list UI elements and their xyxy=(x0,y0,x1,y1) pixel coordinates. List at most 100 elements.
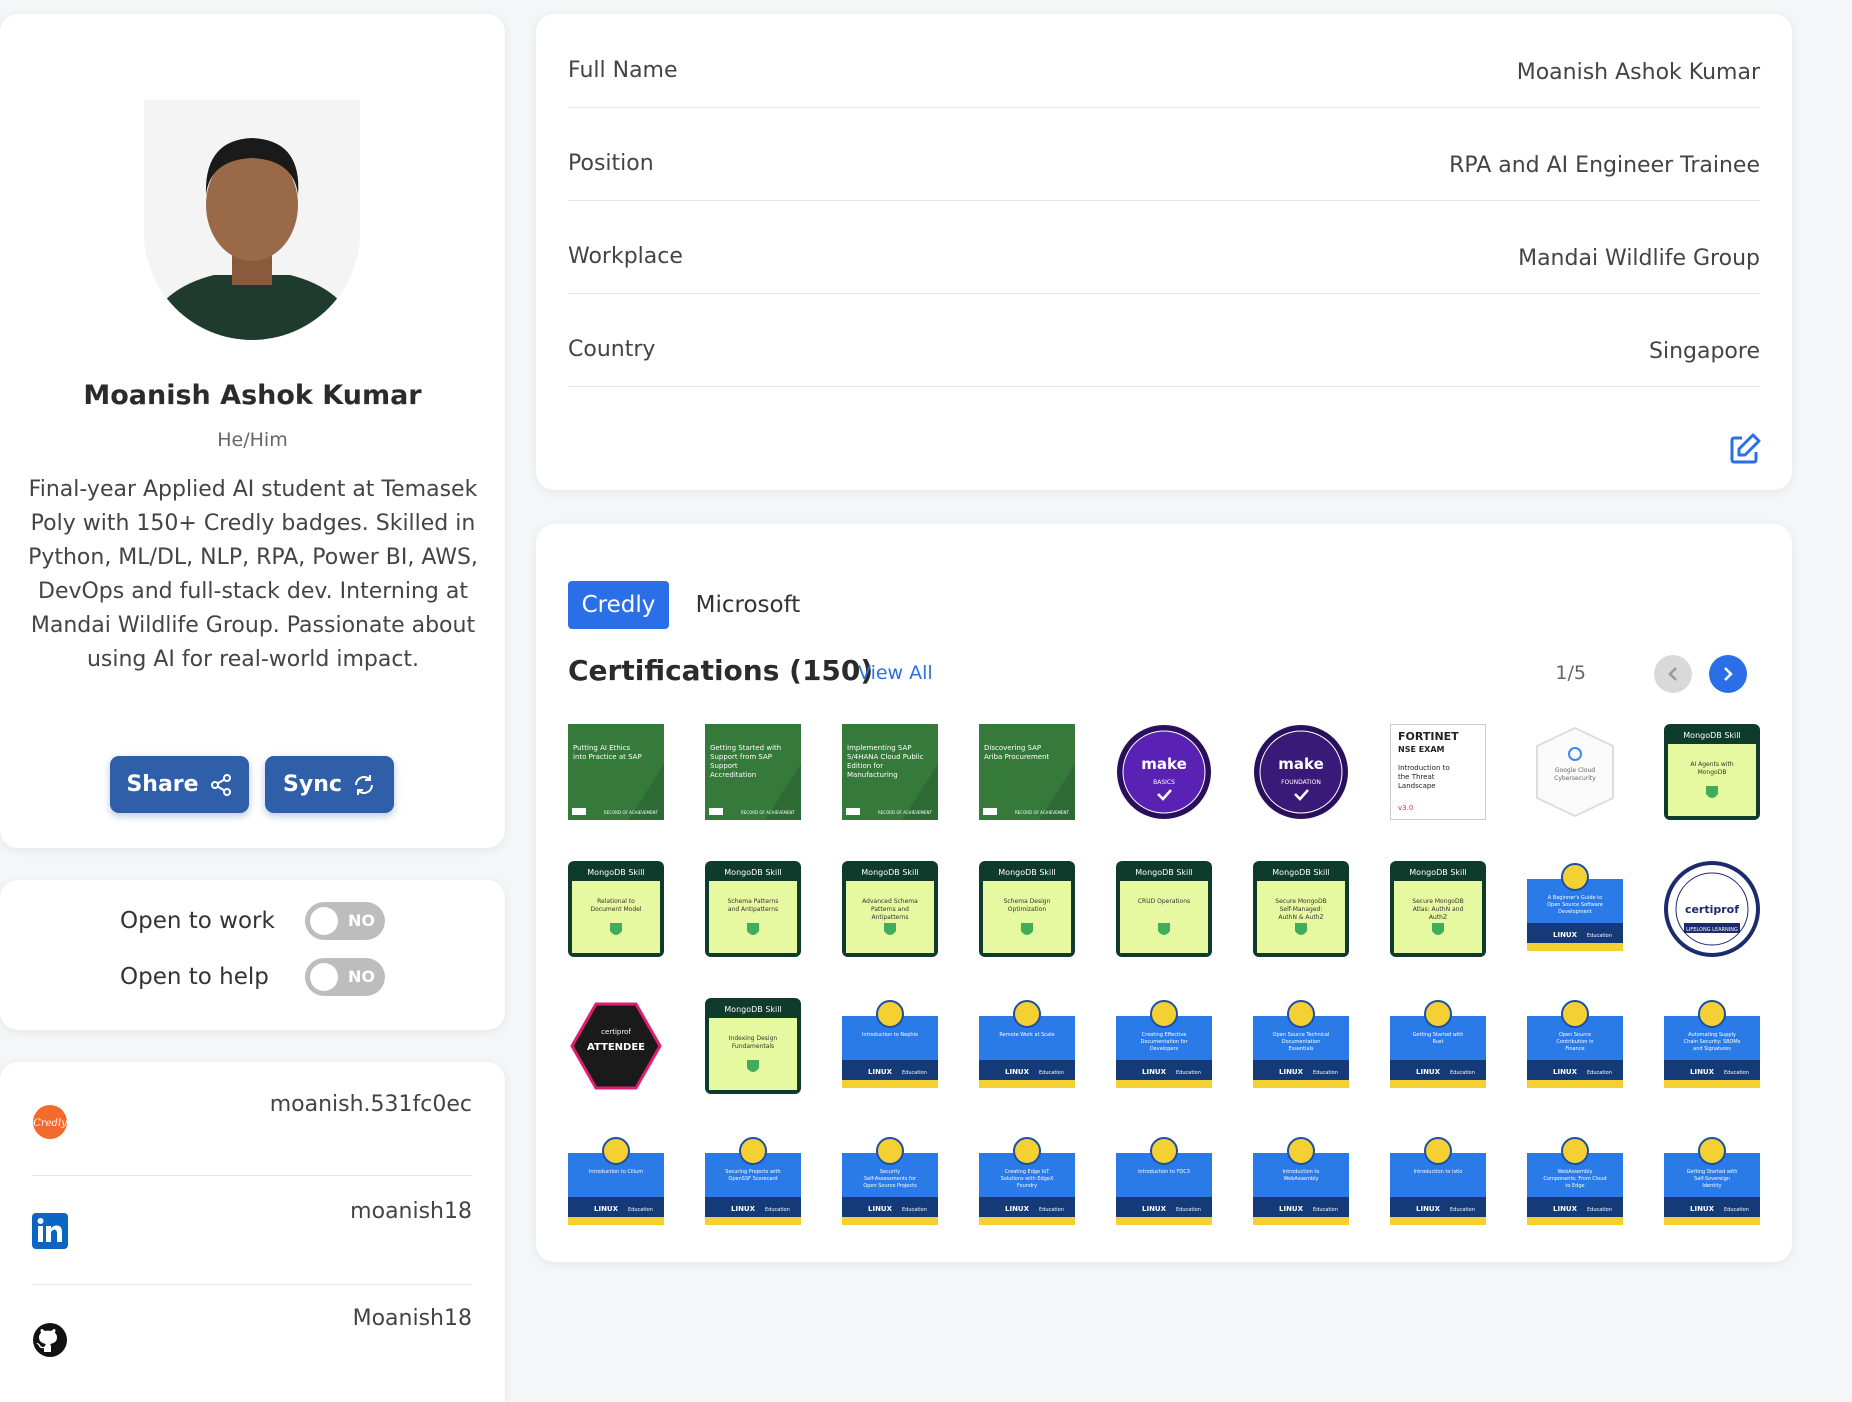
svg-text:MongoDB Skill: MongoDB Skill xyxy=(998,868,1055,877)
badge-certiprof[interactable]: certiprof LIFELONG LEARNING xyxy=(1664,861,1760,957)
open-to-help-label: Open to help xyxy=(120,964,269,990)
svg-text:MongoDB Skill: MongoDB Skill xyxy=(1409,868,1466,877)
badge-image: make BASICS xyxy=(1117,725,1211,819)
badge-linux[interactable]: Introduction to FDC3 LINUX Education xyxy=(1116,1135,1212,1231)
social-row-linkedin[interactable]: moanish18 xyxy=(32,1175,472,1283)
svg-text:Introduction to: Introduction to xyxy=(1283,1169,1320,1175)
tab-credly[interactable]: Credly xyxy=(568,581,669,629)
badge-image: MongoDB Skill AI Agents withMongoDB xyxy=(1664,724,1760,820)
info-row-position: Position RPA and AI Engineer Trainee xyxy=(568,107,1760,201)
svg-text:LINUX: LINUX xyxy=(1005,1205,1030,1213)
svg-text:BASICS: BASICS xyxy=(1153,779,1175,786)
open-to-work-toggle[interactable]: NO xyxy=(305,902,385,940)
share-button[interactable]: Share xyxy=(110,756,249,813)
badge-make[interactable]: make FOUNDATION xyxy=(1253,724,1349,820)
view-all-link[interactable]: View All xyxy=(858,662,933,684)
badge-image: Remote Work at Scale LINUX Education xyxy=(979,1000,1075,1088)
badge-mongodb[interactable]: MongoDB Skill Advanced Schema Patterns an… xyxy=(842,861,938,957)
svg-text:ATTENDEE: ATTENDEE xyxy=(587,1042,645,1053)
socials-card: Credly moanish.531fc0ec moanish18 Moanis… xyxy=(0,1062,505,1402)
badge-mongodb[interactable]: MongoDB Skill Relational to Document Mode… xyxy=(568,861,664,957)
badge-google[interactable]: Google Cloud Cybersecurity xyxy=(1527,724,1623,820)
badge-mongodb[interactable]: MongoDB Skill AI Agents with MongoDB xyxy=(1664,724,1760,820)
badge-linux[interactable]: Creating Edge IoT Solutions with EdgeX Fou… xyxy=(979,1135,1075,1231)
svg-text:Support: Support xyxy=(710,762,738,770)
svg-text:Creating Effective: Creating Effective xyxy=(1142,1032,1187,1038)
svg-text:LIFELONG LEARNING: LIFELONG LEARNING xyxy=(1686,927,1738,933)
badge-linux[interactable]: A Beginner's Guide to Open Source Softwar… xyxy=(1527,861,1623,957)
share-label: Share xyxy=(126,772,199,797)
badge-mongodb[interactable]: MongoDB Skill CRUD Operations xyxy=(1116,861,1212,957)
svg-text:Landscape: Landscape xyxy=(1398,782,1436,790)
svg-text:Documentation: Documentation xyxy=(1282,1039,1321,1045)
svg-text:Contribution in: Contribution in xyxy=(1556,1039,1593,1045)
badge-linux[interactable]: Introduction to Cilium LINUX Education xyxy=(568,1135,664,1231)
svg-text:LINUX: LINUX xyxy=(1142,1068,1167,1076)
badge-linux[interactable]: Getting Started with Rust LINUX Education xyxy=(1390,998,1486,1094)
tab-microsoft[interactable]: Microsoft xyxy=(688,581,808,629)
svg-text:LINUX: LINUX xyxy=(594,1205,619,1213)
open-to-help-toggle[interactable]: NO xyxy=(305,958,385,996)
badge-linux[interactable]: Creating Effective Documentation for Devel… xyxy=(1116,998,1212,1094)
next-page-button[interactable] xyxy=(1709,655,1747,693)
open-to-work-label: Open to work xyxy=(120,908,275,934)
badge-sap[interactable]: Getting Started with Support from SAP Supp… xyxy=(705,724,801,820)
svg-text:Introduction to: Introduction to xyxy=(1398,764,1450,772)
svg-text:Education: Education xyxy=(1313,1207,1338,1213)
social-row-credly[interactable]: Credly moanish.531fc0ec xyxy=(32,1062,472,1170)
svg-text:Foundry: Foundry xyxy=(1017,1183,1037,1189)
svg-text:Rust: Rust xyxy=(1433,1039,1444,1045)
badge-linux[interactable]: Introduction to Istio LINUX Education xyxy=(1390,1135,1486,1231)
badge-make[interactable]: make BASICS xyxy=(1116,724,1212,820)
badge-mongodb[interactable]: MongoDB Skill Schema Design Optimization xyxy=(979,861,1075,957)
badge-linux[interactable]: Open Source Technical Documentation Essent… xyxy=(1253,998,1349,1094)
svg-text:LINUX: LINUX xyxy=(1416,1068,1441,1076)
toggle-knob xyxy=(310,963,338,991)
info-label: Country xyxy=(568,337,656,362)
social-handle: Moanish18 xyxy=(352,1306,472,1331)
svg-text:Accreditation: Accreditation xyxy=(710,771,756,779)
badge-linux[interactable]: WebAssembly Components: From Cloud to Edge… xyxy=(1527,1135,1623,1231)
svg-text:Ariba Procurement: Ariba Procurement xyxy=(984,753,1050,761)
sync-button[interactable]: Sync xyxy=(265,756,394,813)
sync-icon xyxy=(354,774,373,795)
github-icon xyxy=(32,1322,68,1358)
badge-sap[interactable]: Putting AI Ethics into Practice at SAP RE… xyxy=(568,724,664,820)
info-row-full-name: Full Name Moanish Ashok Kumar xyxy=(568,14,1760,108)
badge-fortinet[interactable]: FORTINET NSE EXAM Introduction to the Thr… xyxy=(1390,724,1486,820)
badge-sap[interactable]: Discovering SAP Ariba Procurement RECORD … xyxy=(979,724,1075,820)
badge-image: FORTINET NSE EXAM Introduction tothe Thr… xyxy=(1390,724,1486,820)
badge-image: Putting AI Ethicsinto Practice at SAP RE… xyxy=(568,724,664,820)
badge-mongodb[interactable]: MongoDB Skill Secure MongoDB Self-Managed… xyxy=(1253,861,1349,957)
badge-linux[interactable]: Introduction to Nephio LINUX Education xyxy=(842,998,938,1094)
info-row-workplace: Workplace Mandai Wildlife Group xyxy=(568,200,1760,294)
badge-linux[interactable]: Security Self-Assessments for Open Source … xyxy=(842,1135,938,1231)
svg-text:NSE EXAM: NSE EXAM xyxy=(1398,745,1445,754)
edit-icon[interactable] xyxy=(1728,432,1762,466)
svg-text:FOUNDATION: FOUNDATION xyxy=(1281,779,1321,786)
badge-linux[interactable]: Securing Projects with OpenSSF Scorecard … xyxy=(705,1135,801,1231)
badge-hex[interactable]: certiprof ATTENDEE xyxy=(568,998,664,1094)
badge-image: Securing Projects withOpenSSF Scorecard … xyxy=(705,1137,801,1225)
badge-linux[interactable]: Remote Work at Scale LINUX Education xyxy=(979,998,1075,1094)
svg-text:Secure MongoDB: Secure MongoDB xyxy=(1412,898,1463,905)
svg-text:Implementing SAP: Implementing SAP xyxy=(847,744,912,752)
badge-linux[interactable]: Automating Supply Chain Security: SBOMs an… xyxy=(1664,998,1760,1094)
badge-mongodb[interactable]: MongoDB Skill Secure MongoDB Atlas: AuthN… xyxy=(1390,861,1486,957)
badge-sap[interactable]: Implementing SAP S/4HANA Cloud Public Edit… xyxy=(842,724,938,820)
badge-linux[interactable]: Getting Started with Self-Sovereign Identi… xyxy=(1664,1135,1760,1231)
toggle-value: NO xyxy=(348,911,375,930)
social-handle: moanish.531fc0ec xyxy=(269,1092,472,1117)
badge-mongodb[interactable]: MongoDB Skill Schema Patterns and Antipat… xyxy=(705,861,801,957)
badge-image: MongoDB Skill Indexing DesignFundamental… xyxy=(705,998,801,1094)
toggle-value: NO xyxy=(348,967,375,986)
availability-card: Open to work NO Open to help NO xyxy=(0,880,505,1030)
badge-image: MongoDB Skill Relational toDocument Mode… xyxy=(568,861,664,957)
svg-text:Credly: Credly xyxy=(33,1118,67,1129)
badge-linux[interactable]: Open Source Contribution in Finance LINUX … xyxy=(1527,998,1623,1094)
prev-page-button[interactable] xyxy=(1654,655,1692,693)
badge-mongodb[interactable]: MongoDB Skill Indexing Design Fundamental… xyxy=(705,998,801,1094)
social-row-github[interactable]: Moanish18 xyxy=(32,1284,472,1392)
badge-linux[interactable]: Introduction to WebAssembly LINUX Educati… xyxy=(1253,1135,1349,1231)
svg-text:AI Agents with: AI Agents with xyxy=(1690,761,1734,768)
